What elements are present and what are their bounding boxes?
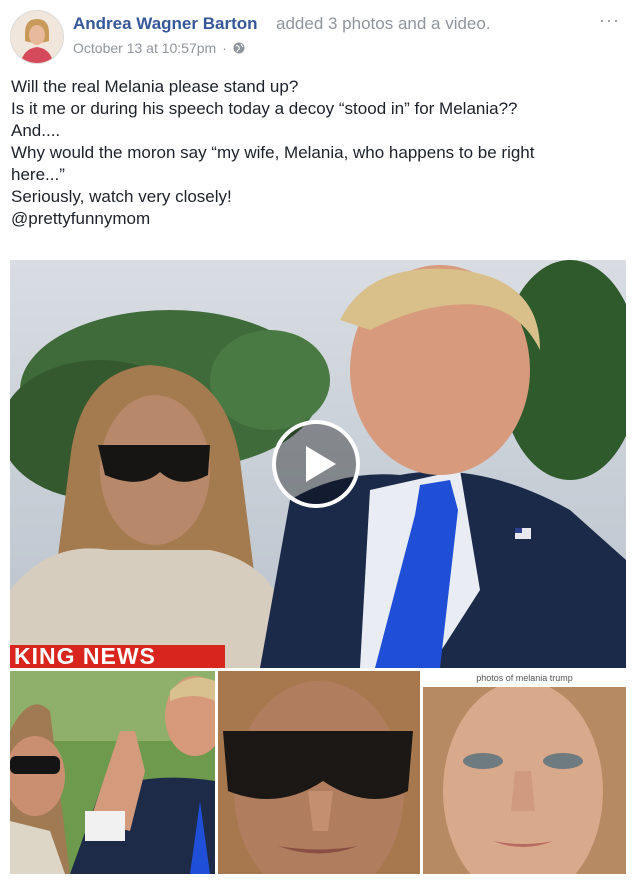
post-line: Will the real Melania please stand up? — [11, 77, 299, 96]
photo-thumbnail[interactable]: photos of melania trump — [423, 671, 626, 874]
news-banner-text: KING NEWS — [14, 643, 156, 669]
post-line: here...” — [11, 165, 65, 184]
play-icon[interactable] — [272, 420, 360, 508]
photo-thumbnail[interactable] — [218, 671, 420, 874]
author-name[interactable]: Andrea Wagner Barton — [73, 14, 258, 34]
search-caption: photos of melania trump — [423, 671, 626, 687]
post-line: Seriously, watch very closely! — [11, 187, 232, 206]
more-options-button[interactable]: ··· — [599, 10, 620, 31]
post-timestamp[interactable]: October 13 at 10:57pm — [73, 40, 216, 56]
post-body: Will the real Melania please stand up? I… — [11, 76, 601, 230]
meta-separator: · — [222, 40, 227, 56]
post-mention[interactable]: @prettyfunnymom — [11, 208, 601, 230]
photo-thumbnail[interactable] — [10, 671, 215, 874]
post-line: Is it me or during his speech today a de… — [11, 99, 518, 118]
globe-icon[interactable] — [233, 42, 245, 54]
post-action: added 3 photos and a video. — [276, 14, 491, 33]
post-meta: October 13 at 10:57pm · — [73, 40, 245, 56]
facebook-post: Andrea Wagner Barton added 3 photos and … — [0, 0, 634, 885]
author-avatar[interactable] — [10, 10, 64, 64]
post-line: And.... — [11, 121, 61, 140]
post-line: Why would the moron say “my wife, Melani… — [11, 143, 535, 162]
